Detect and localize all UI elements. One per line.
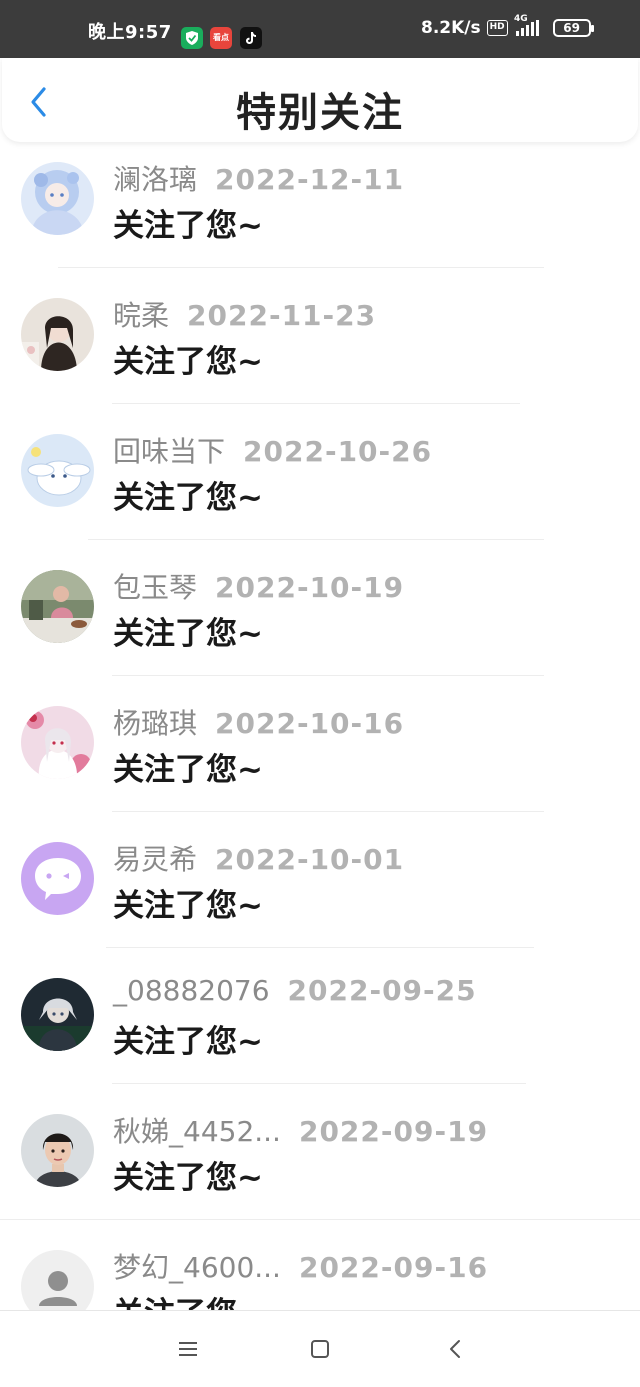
user-name[interactable]: 包玉琴 (113, 571, 197, 604)
avatar[interactable] (21, 298, 94, 371)
follow-date: 2022-09-16 (298, 1251, 489, 1284)
action-text: 关注了您~ (113, 344, 263, 380)
avatar[interactable] (21, 706, 94, 779)
action-text: 关注了您~ (113, 752, 263, 788)
list-item[interactable]: 回味当下 2022-10-26 关注了您~ (0, 414, 640, 550)
follow-date: 2022-11-23 (187, 299, 377, 332)
follow-date: 2022-10-26 (243, 435, 433, 468)
avatar[interactable] (21, 1250, 94, 1310)
user-line: 回味当下 2022-10-26 (113, 430, 432, 470)
user-name[interactable]: 澜洛璃 (113, 163, 197, 196)
page-title: 特别关注 (236, 90, 404, 136)
list-item[interactable]: _08882076 2022-09-25 关注了您~ (0, 958, 640, 1094)
user-name[interactable]: 回味当下 (113, 435, 225, 468)
system-nav-bar (0, 1310, 640, 1387)
divider (58, 267, 544, 268)
user-name[interactable]: _08882076 (113, 974, 270, 1007)
menu-button[interactable] (173, 1336, 203, 1362)
action-text: 关注了您~ (113, 480, 263, 516)
action-text: 关注了您~ (113, 888, 263, 924)
list-item[interactable]: 晥柔 2022-11-23 关注了您~ (0, 278, 640, 414)
follow-date: 2022-10-19 (215, 571, 405, 604)
avatar[interactable] (21, 1114, 94, 1187)
user-line: _08882076 2022-09-25 (113, 974, 477, 1007)
menu-icon (179, 1342, 197, 1356)
back-triangle-icon (450, 1340, 460, 1358)
action-text: 关注了您~ (113, 616, 263, 652)
list-item[interactable]: 梦幻_4600... 2022-09-16 关注了您~ (0, 1230, 640, 1310)
user-name[interactable]: 晥柔 (113, 299, 169, 332)
list-item[interactable]: 杨璐琪 2022-10-16 关注了您~ (0, 686, 640, 822)
avatar[interactable] (21, 842, 94, 915)
user-name[interactable]: 秋娣_4452... (113, 1115, 281, 1148)
divider (112, 675, 544, 676)
status-right-group: 8.2K/s HD 4G 69 (421, 14, 594, 38)
list-item[interactable]: 秋娣_4452... 2022-09-19 关注了您~ (0, 1094, 640, 1230)
news-app-icon: 看点 (210, 27, 232, 49)
divider (106, 947, 534, 948)
list-item[interactable]: 包玉琴 2022-10-19 关注了您~ (0, 550, 640, 686)
action-text: 关注了您~ (113, 1160, 263, 1196)
tiktok-app-icon (240, 27, 262, 49)
user-line: 梦幻_4600... 2022-09-16 (113, 1246, 488, 1286)
home-button[interactable] (305, 1336, 335, 1362)
divider (112, 403, 520, 404)
avatar[interactable] (21, 978, 94, 1051)
nav-back-button[interactable] (440, 1336, 470, 1362)
follow-list: 澜洛璃 2022-12-11 关注了您~ 晥柔 2022-11-23 关注了您~ (0, 142, 640, 1310)
follow-date: 2022-10-16 (215, 707, 405, 740)
follow-date: 2022-10-01 (215, 843, 405, 876)
follow-date: 2022-12-11 (215, 163, 405, 196)
divider (112, 811, 544, 812)
divider (112, 1083, 526, 1084)
avatar[interactable] (21, 162, 94, 235)
action-text: 关注了您~ (113, 1024, 263, 1060)
hd-badge: HD (486, 20, 508, 36)
header: 特别关注 (2, 58, 638, 142)
follow-date: 2022-09-25 (287, 974, 477, 1007)
user-line: 澜洛璃 2022-12-11 (113, 158, 404, 198)
list-item[interactable]: 易灵希 2022-10-01 关注了您~ (0, 822, 640, 958)
avatar[interactable] (21, 570, 94, 643)
net-speed: 8.2K/s (421, 18, 481, 38)
user-name[interactable]: 易灵希 (113, 843, 197, 876)
user-line: 易灵希 2022-10-01 (113, 838, 404, 878)
divider (88, 539, 544, 540)
battery-level: 69 (563, 21, 580, 35)
list-item[interactable]: 澜洛璃 2022-12-11 关注了您~ (0, 142, 640, 278)
user-name[interactable]: 梦幻_4600... (113, 1251, 281, 1284)
avatar[interactable] (21, 434, 94, 507)
status-time: 晚上9:57 (88, 22, 172, 43)
follow-date: 2022-09-19 (298, 1115, 489, 1148)
network-type: 4G (514, 14, 528, 24)
user-line: 包玉琴 2022-10-19 (113, 566, 404, 606)
home-square-icon (311, 1340, 329, 1358)
user-line: 秋娣_4452... 2022-09-19 (113, 1110, 488, 1150)
battery-icon: 69 (552, 19, 594, 37)
action-text: 关注了您~ (113, 208, 263, 244)
default-person-icon (21, 1250, 94, 1310)
user-line: 晥柔 2022-11-23 (113, 294, 376, 334)
divider (0, 1219, 640, 1220)
action-text: 关注了您~ (113, 1288, 263, 1310)
shield-app-icon (181, 27, 203, 49)
status-bar: 晚上9:57 看点 8.2K/s HD 4G 69 (0, 0, 640, 58)
user-name[interactable]: 杨璐琪 (113, 707, 197, 740)
user-line: 杨璐琪 2022-10-16 (113, 702, 404, 742)
